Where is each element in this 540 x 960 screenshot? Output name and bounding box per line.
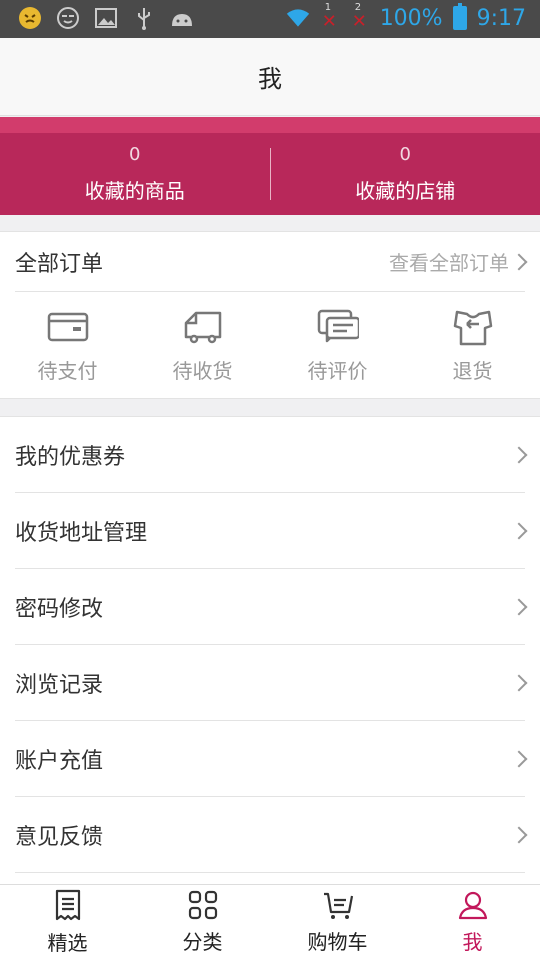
order-status-label: 待收货 xyxy=(172,359,233,383)
menu-item-recharge[interactable]: 账户充值 xyxy=(15,721,528,797)
tab-me[interactable]: 我 xyxy=(405,885,540,960)
order-status-pending-payment[interactable]: 待支付 xyxy=(0,292,135,399)
favorite-products-label: 收藏的商品 xyxy=(84,179,185,203)
order-status-pending-review[interactable]: 待评价 xyxy=(270,292,405,399)
menu-item-coupons[interactable]: 我的优惠券 xyxy=(15,417,528,493)
chevron-right-icon xyxy=(510,446,528,463)
order-status-label: 待评价 xyxy=(307,359,368,383)
favorite-stores[interactable]: 0 收藏的店铺 xyxy=(271,133,540,215)
cart-icon xyxy=(322,890,354,924)
image-icon xyxy=(94,6,118,30)
order-status-return[interactable]: 退货 xyxy=(405,292,540,399)
orders-section: 全部订单 查看全部订单 待支付 待收货 待评价 退货 xyxy=(0,231,540,399)
chevron-right-icon xyxy=(510,522,528,539)
settings-menu: 我的优惠券 收货地址管理 密码修改 浏览记录 账户充值 意见反馈 xyxy=(0,416,540,884)
tab-featured[interactable]: 精选 xyxy=(0,885,135,960)
bottom-tab-bar: 精选 分类 购物车 我 xyxy=(0,884,540,960)
clock: 9:17 xyxy=(476,5,526,31)
chevron-right-icon xyxy=(510,826,528,843)
person-icon xyxy=(458,890,488,924)
tab-category[interactable]: 分类 xyxy=(135,885,270,960)
menu-item-label: 浏览记录 xyxy=(15,672,104,698)
menu-item-label: 收货地址管理 xyxy=(15,520,148,546)
tab-label: 分类 xyxy=(182,930,223,954)
order-status-pending-delivery[interactable]: 待收货 xyxy=(135,292,270,399)
favorites-band: 0 收藏的商品 0 收藏的店铺 xyxy=(0,117,540,215)
menu-item-password[interactable]: 密码修改 xyxy=(15,569,528,645)
orders-header[interactable]: 全部订单 查看全部订单 xyxy=(15,232,528,292)
menu-item-feedback[interactable]: 意见反馈 xyxy=(15,797,528,873)
tab-label: 精选 xyxy=(47,931,88,955)
battery-percent: 100% xyxy=(379,5,443,31)
return-shirt-icon xyxy=(451,307,495,347)
tab-cart[interactable]: 购物车 xyxy=(270,885,405,960)
battery-icon xyxy=(452,3,467,30)
comment-icon xyxy=(316,307,360,347)
receipt-icon xyxy=(54,889,82,925)
favorite-products-count: 0 xyxy=(129,144,141,165)
chevron-right-icon xyxy=(510,598,528,615)
menu-item-label: 意见反馈 xyxy=(15,824,104,850)
face-icon xyxy=(56,6,80,30)
favorite-stores-label: 收藏的店铺 xyxy=(355,179,456,203)
truck-icon xyxy=(181,307,225,347)
wifi-icon xyxy=(286,6,310,30)
title-bar: 我 xyxy=(0,38,540,116)
tab-label: 购物车 xyxy=(307,930,368,954)
emoji-icon xyxy=(18,6,42,30)
grid-icon xyxy=(188,890,218,924)
tab-label: 我 xyxy=(462,930,483,954)
system-status: 1 ✕ 2 ✕ 100% 9:17 xyxy=(286,2,526,32)
sim1-no-signal-icon: 1 ✕ xyxy=(321,2,337,32)
orders-title: 全部订单 xyxy=(15,251,104,277)
favorite-products[interactable]: 0 收藏的商品 xyxy=(0,133,270,215)
menu-item-label: 密码修改 xyxy=(15,596,104,622)
usb-icon xyxy=(132,6,156,30)
page-title: 我 xyxy=(258,65,282,93)
order-status-label: 待支付 xyxy=(37,359,98,383)
sim2-no-signal-icon: 2 ✕ xyxy=(351,2,367,32)
status-bar: 1 ✕ 2 ✕ 100% 9:17 xyxy=(0,0,540,38)
chevron-right-icon xyxy=(510,750,528,767)
order-status-row: 待支付 待收货 待评价 退货 xyxy=(0,292,540,399)
menu-item-label: 我的优惠券 xyxy=(15,444,126,470)
android-icon xyxy=(170,6,194,30)
wallet-icon xyxy=(46,307,90,347)
chevron-right-icon xyxy=(510,253,528,270)
menu-item-history[interactable]: 浏览记录 xyxy=(15,645,528,721)
notification-icons xyxy=(18,6,194,30)
menu-item-address[interactable]: 收货地址管理 xyxy=(15,493,528,569)
view-all-orders-link[interactable]: 查看全部订单 xyxy=(389,247,528,276)
view-all-orders-label: 查看全部订单 xyxy=(389,251,509,275)
menu-item-label: 账户充值 xyxy=(15,748,104,774)
chevron-right-icon xyxy=(510,674,528,691)
favorite-stores-count: 0 xyxy=(399,144,411,165)
order-status-label: 退货 xyxy=(452,359,493,383)
